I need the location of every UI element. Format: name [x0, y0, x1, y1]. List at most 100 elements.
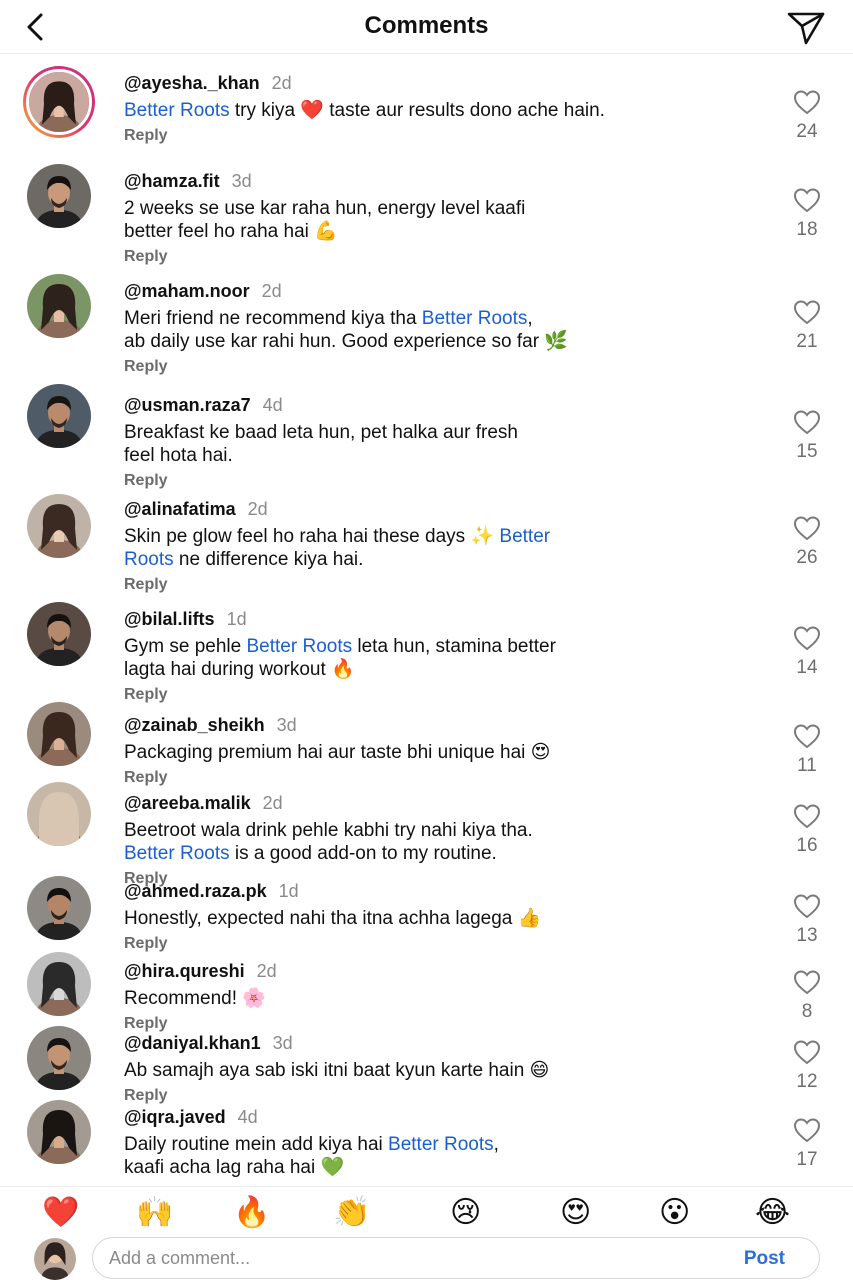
avatar[interactable] — [27, 602, 91, 666]
timestamp: 1d — [226, 609, 247, 629]
crying-face-emoji[interactable]: 😢 — [450, 1195, 481, 1231]
brand-mention-link[interactable]: Better Roots — [124, 100, 230, 121]
comment-line: Roots ne difference kiya hai. — [124, 548, 724, 571]
like-count: 24 — [796, 121, 818, 142]
comment-text: Ab samajh aya sab iski itni baat kyun ka… — [124, 1059, 724, 1082]
like-control[interactable]: 15 — [787, 409, 827, 463]
reply-button[interactable]: Reply — [124, 575, 724, 595]
red-heart-emoji[interactable]: ❤️ — [42, 1195, 79, 1231]
reply-button[interactable]: Reply — [124, 357, 724, 377]
username[interactable]: @usman.raza7 — [124, 395, 251, 415]
my-avatar — [34, 1238, 76, 1280]
comment-text-segment: Meri friend ne recommend kiya tha — [124, 308, 422, 329]
username[interactable]: @maham.noor — [124, 281, 250, 301]
avatar[interactable] — [27, 1026, 91, 1090]
like-control[interactable]: 26 — [787, 515, 827, 569]
reply-button[interactable]: Reply — [124, 1183, 724, 1184]
comment-input[interactable] — [109, 1246, 669, 1270]
like-control[interactable]: 21 — [787, 299, 827, 353]
like-control[interactable]: 14 — [787, 625, 827, 679]
heart-icon[interactable] — [787, 1039, 827, 1065]
timestamp: 2d — [262, 793, 283, 813]
avatar[interactable] — [27, 274, 91, 338]
username[interactable]: @iqra.javed — [124, 1107, 226, 1127]
brand-mention-link[interactable]: Roots — [124, 549, 174, 570]
username[interactable]: @hamza.fit — [124, 171, 220, 191]
reply-button[interactable]: Reply — [124, 768, 724, 788]
username[interactable]: @alinafatima — [124, 499, 236, 519]
laughing-tears-emoji[interactable]: 😂 — [755, 1195, 790, 1231]
heart-icon[interactable] — [787, 803, 827, 829]
comment-meta: @maham.noor 2d — [124, 280, 724, 302]
raising-hands-emoji[interactable]: 🙌 — [136, 1195, 173, 1231]
avatar[interactable] — [27, 384, 91, 448]
comment-meta: @zainab_sheikh 3d — [124, 714, 724, 736]
comment-list[interactable]: @ayesha._khan 2d Better Roots try kiya ❤️ … — [0, 56, 853, 1184]
username[interactable]: @bilal.lifts — [124, 609, 215, 629]
reply-button[interactable]: Reply — [124, 934, 724, 954]
heart-icon[interactable] — [787, 893, 827, 919]
heart-icon[interactable] — [787, 515, 827, 541]
heart-icon[interactable] — [787, 625, 827, 651]
heart-icon[interactable] — [787, 187, 827, 213]
like-control[interactable]: 18 — [787, 187, 827, 241]
heart-eyes-emoji[interactable]: 😍 — [560, 1195, 591, 1231]
reply-button[interactable]: Reply — [124, 247, 724, 267]
username[interactable]: @hira.qureshi — [124, 961, 245, 981]
like-control[interactable]: 12 — [787, 1039, 827, 1093]
comment-body: @hamza.fit 3d 2 weeks se use kar raha hun,… — [124, 170, 724, 267]
avatar[interactable] — [23, 66, 95, 138]
reply-button[interactable]: Reply — [124, 126, 724, 146]
comment-text-segment: Ab samajh aya sab iski itni baat kyun ka… — [124, 1060, 550, 1081]
comment-text: Meri friend ne recommend kiya tha Better… — [124, 307, 724, 353]
avatar[interactable] — [27, 952, 91, 1016]
comment-meta: @hamza.fit 3d — [124, 170, 724, 192]
avatar[interactable] — [27, 876, 91, 940]
post-button[interactable]: Post — [744, 1248, 785, 1270]
like-control[interactable]: 24 — [787, 89, 827, 143]
comment-text-segment: Recommend! 🌸 — [124, 988, 266, 1009]
heart-icon[interactable] — [787, 89, 827, 115]
timestamp: 3d — [276, 715, 297, 735]
reply-button[interactable]: Reply — [124, 471, 724, 491]
heart-icon[interactable] — [787, 409, 827, 435]
fire-emoji[interactable]: 🔥 — [233, 1195, 270, 1231]
brand-mention-link[interactable]: Better — [499, 526, 550, 547]
brand-mention-link[interactable]: Better Roots — [422, 308, 528, 329]
brand-mention-link[interactable]: Better Roots — [247, 636, 353, 657]
username[interactable]: @areeba.malik — [124, 793, 251, 813]
comment-text-segment: is a good add-on to my routine. — [229, 843, 497, 864]
like-control[interactable]: 8 — [787, 969, 827, 1023]
avatar[interactable] — [27, 494, 91, 558]
like-control[interactable]: 11 — [787, 723, 827, 777]
username[interactable]: @ayesha._khan — [124, 73, 260, 93]
surprised-face-emoji[interactable]: 😮 — [659, 1195, 690, 1231]
comment-text-segment: kaafi acha lag raha hai 💚 — [124, 1157, 345, 1178]
reply-button[interactable]: Reply — [124, 1086, 724, 1106]
like-control[interactable]: 13 — [787, 893, 827, 947]
like-count: 16 — [796, 835, 818, 856]
clapping-hands-emoji[interactable]: 👏 — [333, 1195, 370, 1231]
like-control[interactable]: 16 — [787, 803, 827, 857]
comment-text-segment: better feel ho raha hai 💪 — [124, 221, 338, 242]
like-control[interactable]: 17 — [787, 1117, 827, 1171]
reply-button[interactable]: Reply — [124, 1014, 724, 1034]
username[interactable]: @daniyal.khan1 — [124, 1033, 261, 1053]
avatar[interactable] — [27, 164, 91, 228]
like-count: 15 — [796, 441, 818, 462]
heart-icon[interactable] — [787, 299, 827, 325]
send-icon[interactable] — [785, 9, 827, 47]
heart-icon[interactable] — [787, 1117, 827, 1143]
brand-mention-link[interactable]: Better Roots — [124, 843, 230, 864]
heart-icon[interactable] — [787, 969, 827, 995]
brand-mention-link[interactable]: Better Roots — [388, 1134, 494, 1155]
comment-line: Better Roots try kiya ❤️ taste aur resul… — [124, 99, 724, 122]
comment-line: better feel ho raha hai 💪 — [124, 220, 724, 243]
avatar[interactable] — [27, 1100, 91, 1164]
avatar[interactable] — [27, 782, 91, 846]
username[interactable]: @zainab_sheikh — [124, 715, 265, 735]
heart-icon[interactable] — [787, 723, 827, 749]
avatar[interactable] — [27, 702, 91, 766]
reply-button[interactable]: Reply — [124, 685, 724, 705]
username[interactable]: @ahmed.raza.pk — [124, 881, 267, 901]
